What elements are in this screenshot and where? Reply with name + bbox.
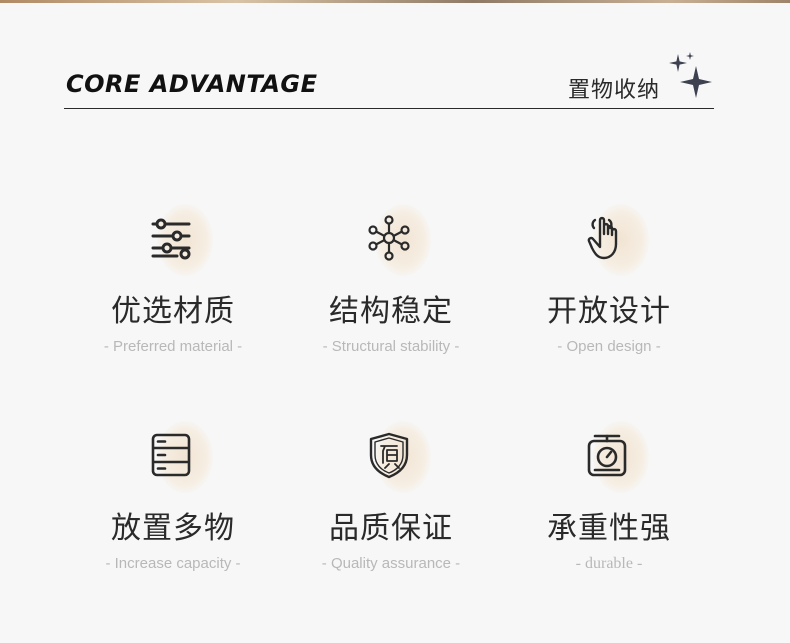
feature-subtitle: - durable - <box>575 555 643 572</box>
feature-card-capacity: 放置多物 - Increase capacity - <box>64 407 282 607</box>
feature-card-structure: 结构稳定 - Structural stability - <box>282 190 500 407</box>
feature-title: 结构稳定 <box>329 294 453 329</box>
feature-title: 承重性强 <box>547 511 671 546</box>
network-icon <box>368 215 410 261</box>
feature-card-open-design: 开放设计 - Open design - <box>500 190 718 407</box>
sparkle-icon <box>669 52 712 98</box>
feature-icon-wrap <box>351 200 431 280</box>
feature-title: 放置多物 <box>111 511 235 546</box>
feature-title: 优选材质 <box>111 294 235 329</box>
feature-icon-wrap <box>569 200 649 280</box>
feature-icon-wrap <box>133 417 213 497</box>
feature-title: 品质保证 <box>329 511 453 546</box>
feature-icon-wrap <box>569 417 649 497</box>
feature-subtitle: - Open design - <box>557 338 661 355</box>
weighing-scale-icon <box>587 434 627 477</box>
quality-shield-icon <box>369 432 409 479</box>
feature-card-durable: 承重性强 - durable - <box>500 407 718 607</box>
top-image-strip <box>0 0 790 3</box>
section-header: CORE ADVANTAGE 置物收纳 <box>64 52 714 109</box>
feature-icon-wrap <box>351 417 431 497</box>
hand-pointer-icon <box>587 216 618 260</box>
feature-subtitle: - Increase capacity - <box>105 555 241 572</box>
feature-title: 开放设计 <box>547 294 671 329</box>
feature-card-material: 优选材质 - Preferred material - <box>64 190 282 407</box>
feature-subtitle: - Quality assurance - <box>321 555 461 572</box>
feature-grid: 优选材质 - Preferred material - 结构稳定 - Struc… <box>64 190 718 607</box>
feature-icon-wrap <box>133 200 213 280</box>
header-title-en: CORE ADVANTAGE <box>66 70 318 98</box>
feature-subtitle: - Structural stability - <box>322 338 460 355</box>
stacked-drawers-icon <box>151 433 191 477</box>
feature-card-quality: 品质保证 - Quality assurance - <box>282 407 500 607</box>
sliders-icon <box>151 218 191 260</box>
header-title-cn: 置物收纳 <box>567 78 660 103</box>
feature-subtitle: - Preferred material - <box>103 338 243 355</box>
